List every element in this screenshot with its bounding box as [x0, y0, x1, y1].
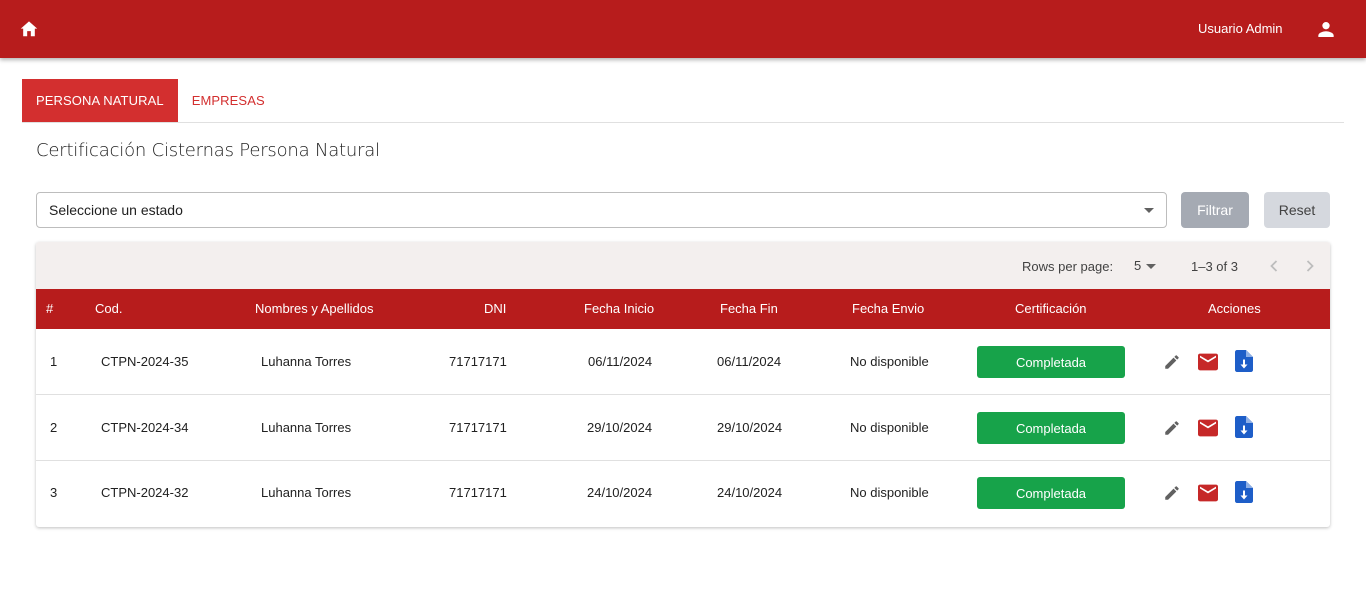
cell-dni: 71717171 [449, 354, 507, 369]
home-button[interactable] [18, 18, 40, 40]
column-header-certificacion: Certificación [1015, 301, 1087, 316]
mail-icon [1198, 353, 1218, 371]
download-file-icon [1235, 350, 1253, 372]
cell-nombre: Luhanna Torres [261, 485, 352, 500]
cell-nombre: Luhanna Torres [261, 354, 352, 369]
chevron-left-icon [1270, 260, 1278, 272]
cell-fecha-fin: 29/10/2024 [717, 420, 783, 435]
column-header-nombres: Nombres y Apellidos [255, 301, 374, 316]
pagination-range: 1–3 of 3 [1191, 259, 1238, 274]
edit-icon [1165, 486, 1179, 500]
cell-cod: CTPN-2024-34 [101, 420, 189, 435]
table-header: # Cod. Nombres y Apellidos DNI Fecha Ini… [36, 289, 1330, 329]
cell-number: 3 [50, 485, 58, 500]
table-row: 1 CTPN-2024-35 Luhanna Torres 71717171 0… [36, 329, 1330, 395]
send-email-button[interactable] [1197, 482, 1219, 504]
next-page-button[interactable] [1300, 256, 1320, 276]
estado-select-value: Seleccione un estado [49, 202, 183, 218]
status-badge: Completada [977, 346, 1125, 378]
cell-fecha-inicio: 24/10/2024 [587, 485, 653, 500]
column-header-number: # [46, 301, 54, 316]
download-certificate-button[interactable] [1233, 481, 1255, 503]
table-row: 2 CTPN-2024-34 Luhanna Torres 71717171 2… [36, 395, 1330, 461]
cell-fecha-fin: 24/10/2024 [717, 485, 783, 500]
cell-cod: CTPN-2024-32 [101, 485, 189, 500]
column-header-fecha-envio: Fecha Envio [852, 301, 925, 316]
cell-number: 1 [50, 354, 58, 369]
cell-fecha-envio: No disponible [850, 354, 929, 369]
column-header-cod: Cod. [95, 301, 123, 316]
cell-dni: 71717171 [449, 420, 507, 435]
edit-icon [1165, 421, 1179, 435]
previous-page-button[interactable] [1264, 256, 1284, 276]
download-file-icon [1235, 416, 1253, 438]
cell-cod: CTPN-2024-35 [101, 354, 189, 369]
reset-button[interactable]: Reset [1264, 192, 1330, 228]
download-certificate-button[interactable] [1233, 350, 1255, 372]
cell-fecha-inicio: 29/10/2024 [587, 420, 653, 435]
edit-icon [1165, 355, 1179, 369]
cell-number: 2 [50, 420, 58, 435]
cell-fecha-envio: No disponible [850, 420, 929, 435]
column-header-fecha-fin: Fecha Fin [720, 301, 778, 316]
send-email-button[interactable] [1197, 351, 1219, 373]
rows-per-page-label: Rows per page: [1022, 259, 1114, 274]
tab-bar: PERSONA NATURAL EMPRESAS [22, 79, 1344, 123]
dropdown-arrow-icon[interactable] [1146, 264, 1156, 269]
tab-empresas[interactable]: EMPRESAS [178, 79, 279, 122]
home-icon [20, 21, 38, 37]
mail-icon [1198, 419, 1218, 437]
status-badge: Completada [977, 477, 1125, 509]
page-title: Certificación Cisternas Persona Natural [36, 140, 380, 161]
filter-button[interactable]: Filtrar [1181, 192, 1249, 228]
download-certificate-button[interactable] [1233, 416, 1255, 438]
dropdown-arrow-icon [1144, 208, 1154, 213]
app-header: Usuario Admin [0, 0, 1366, 58]
edit-button[interactable] [1161, 417, 1183, 439]
send-email-button[interactable] [1197, 417, 1219, 439]
column-header-fecha-inicio: Fecha Inicio [584, 301, 655, 316]
mail-icon [1198, 484, 1218, 502]
cell-fecha-envio: No disponible [850, 485, 929, 500]
table-row: 3 CTPN-2024-32 Luhanna Torres 71717171 2… [36, 461, 1330, 527]
cell-dni: 71717171 [449, 485, 507, 500]
tab-persona-natural[interactable]: PERSONA NATURAL [22, 79, 178, 122]
person-icon [1318, 22, 1334, 37]
table-pagination: Rows per page: 5 1–3 of 3 [36, 242, 1330, 289]
certificates-table: Rows per page: 5 1–3 of 3 # Cod. Nombres… [36, 242, 1330, 527]
cell-fecha-fin: 06/11/2024 [717, 354, 782, 369]
edit-button[interactable] [1161, 482, 1183, 504]
column-header-dni: DNI [484, 301, 507, 316]
column-header-acciones: Acciones [1208, 301, 1261, 316]
user-account-button[interactable] [1315, 18, 1337, 40]
chevron-right-icon [1306, 260, 1314, 272]
download-file-icon [1235, 481, 1253, 503]
user-name: Usuario Admin [1198, 21, 1283, 36]
estado-select[interactable]: Seleccione un estado [36, 192, 1167, 228]
status-badge: Completada [977, 412, 1125, 444]
cell-nombre: Luhanna Torres [261, 420, 352, 435]
rows-per-page-select[interactable]: 5 [1134, 258, 1141, 273]
cell-fecha-inicio: 06/11/2024 [588, 354, 653, 369]
edit-button[interactable] [1161, 351, 1183, 373]
